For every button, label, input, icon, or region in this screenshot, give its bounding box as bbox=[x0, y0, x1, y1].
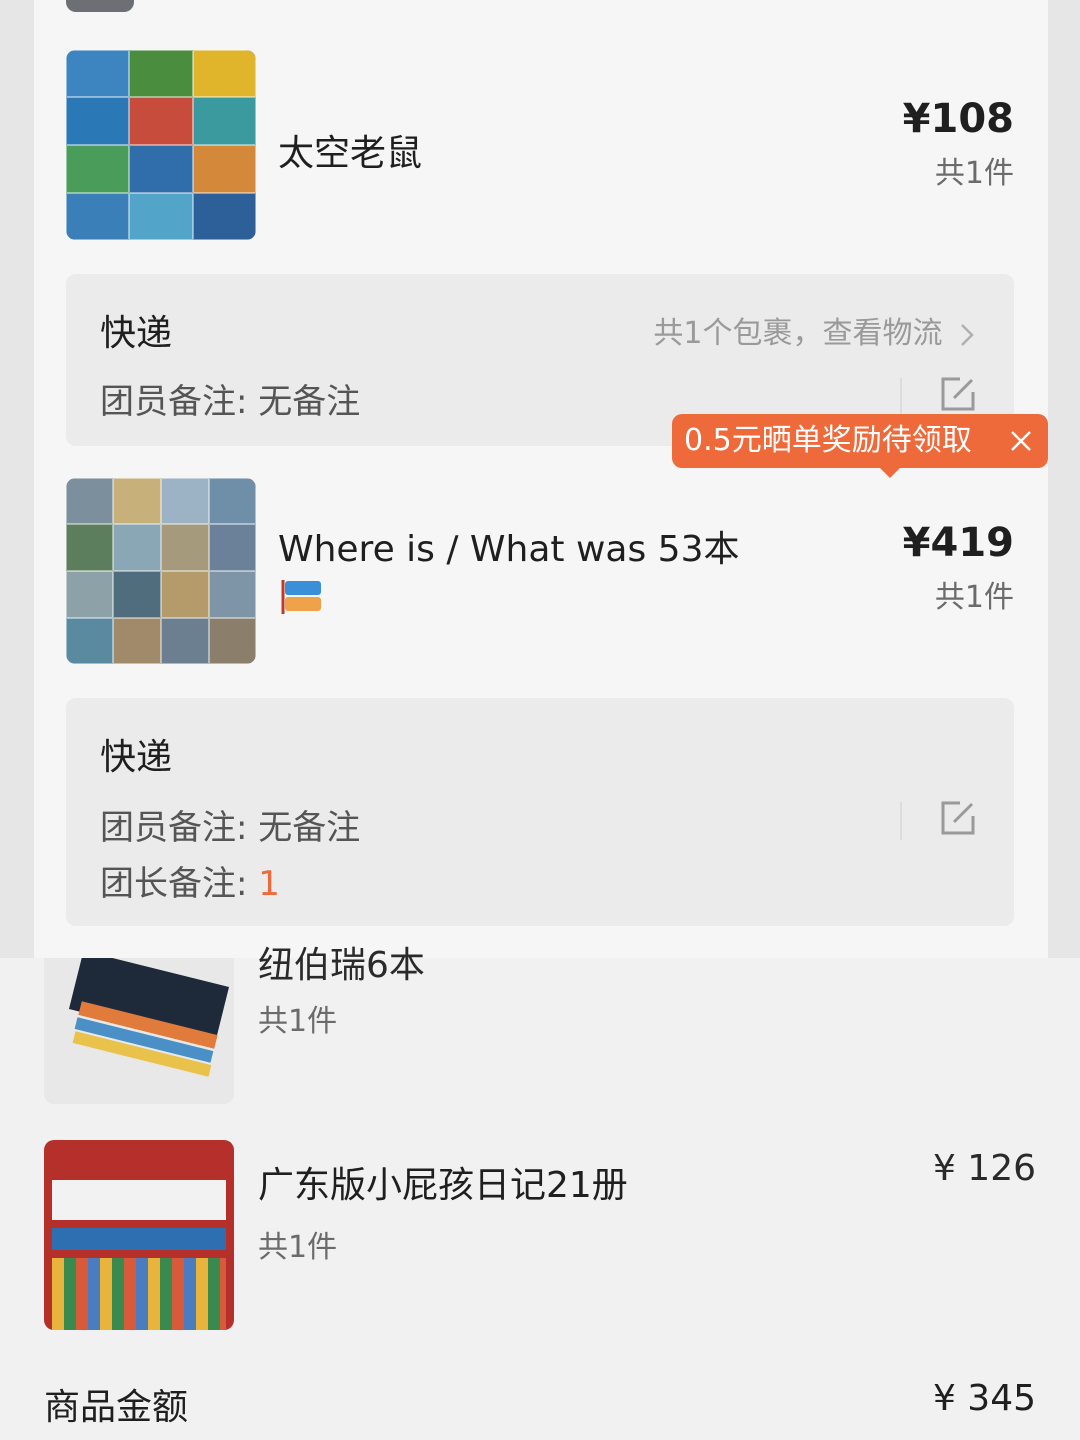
shipping-method: 快递 bbox=[100, 737, 173, 778]
edit-icon[interactable] bbox=[938, 798, 978, 838]
avatar bbox=[66, 0, 134, 12]
edit-icon[interactable] bbox=[938, 374, 978, 414]
product-price: ¥108 bbox=[902, 96, 1014, 142]
reward-text: 0.5元晒单奖励待领取 bbox=[684, 423, 972, 458]
divider bbox=[900, 802, 902, 840]
shipping-method: 快递 bbox=[100, 313, 173, 354]
product-thumbnail-spacemice[interactable] bbox=[66, 50, 256, 240]
product-price: ¥ 126 bbox=[932, 1148, 1036, 1189]
flag-badge-icon bbox=[281, 580, 321, 614]
logistics-label: 共1个包裹，查看物流 bbox=[653, 316, 943, 351]
shipping-info-box: 快递 团员备注: 无备注 团长备注: 1 bbox=[66, 698, 1014, 926]
product-quantity: 共1件 bbox=[934, 156, 1014, 191]
product-thumbnail-whereis[interactable] bbox=[66, 478, 256, 664]
goods-amount-value: ¥ 345 bbox=[932, 1378, 1036, 1419]
leader-note-label: 团长备注: bbox=[100, 864, 259, 904]
order-screen-top: 太空老鼠 ¥108 共1件 快递 共1个包裹，查看物流 团员备注: 无备注 0.… bbox=[0, 0, 1080, 958]
product-title[interactable]: 广东版小屁孩日记21册 bbox=[258, 1156, 628, 1208]
product-title[interactable]: Where is / What was 53本 bbox=[278, 520, 739, 572]
leader-note: 团长备注: 1 bbox=[100, 856, 280, 905]
tooltip-arrow bbox=[880, 468, 900, 478]
member-note: 团员备注: 无备注 bbox=[100, 808, 361, 848]
goods-amount-label: 商品金额 bbox=[44, 1387, 189, 1428]
product-thumbnail-wimpy-kid[interactable] bbox=[44, 1140, 234, 1330]
product-title[interactable]: 太空老鼠 bbox=[278, 124, 422, 176]
product-quantity: 共1件 bbox=[258, 1230, 338, 1265]
product-quantity: 共1件 bbox=[934, 580, 1014, 615]
product-title-cut[interactable]: 纽伯瑞6本 bbox=[258, 936, 425, 988]
divider bbox=[900, 378, 902, 416]
member-note: 团员备注: 无备注 bbox=[100, 382, 361, 422]
leader-note-value: 1 bbox=[258, 864, 280, 904]
product-quantity: 共1件 bbox=[258, 1004, 338, 1039]
reward-tooltip[interactable]: 0.5元晒单奖励待领取 bbox=[672, 414, 1048, 478]
order-screen-bottom: 纽伯瑞6本 共1件 广东版小屁孩日记21册 共1件 ¥ 126 商品金额 ¥ 3… bbox=[0, 945, 1080, 1440]
close-icon[interactable] bbox=[1008, 428, 1034, 454]
product-price: ¥419 bbox=[902, 520, 1014, 566]
chevron-right-icon bbox=[961, 323, 974, 346]
view-logistics-link[interactable]: 共1个包裹，查看物流 bbox=[653, 308, 976, 352]
product-thumbnail-holes[interactable] bbox=[44, 958, 234, 1104]
